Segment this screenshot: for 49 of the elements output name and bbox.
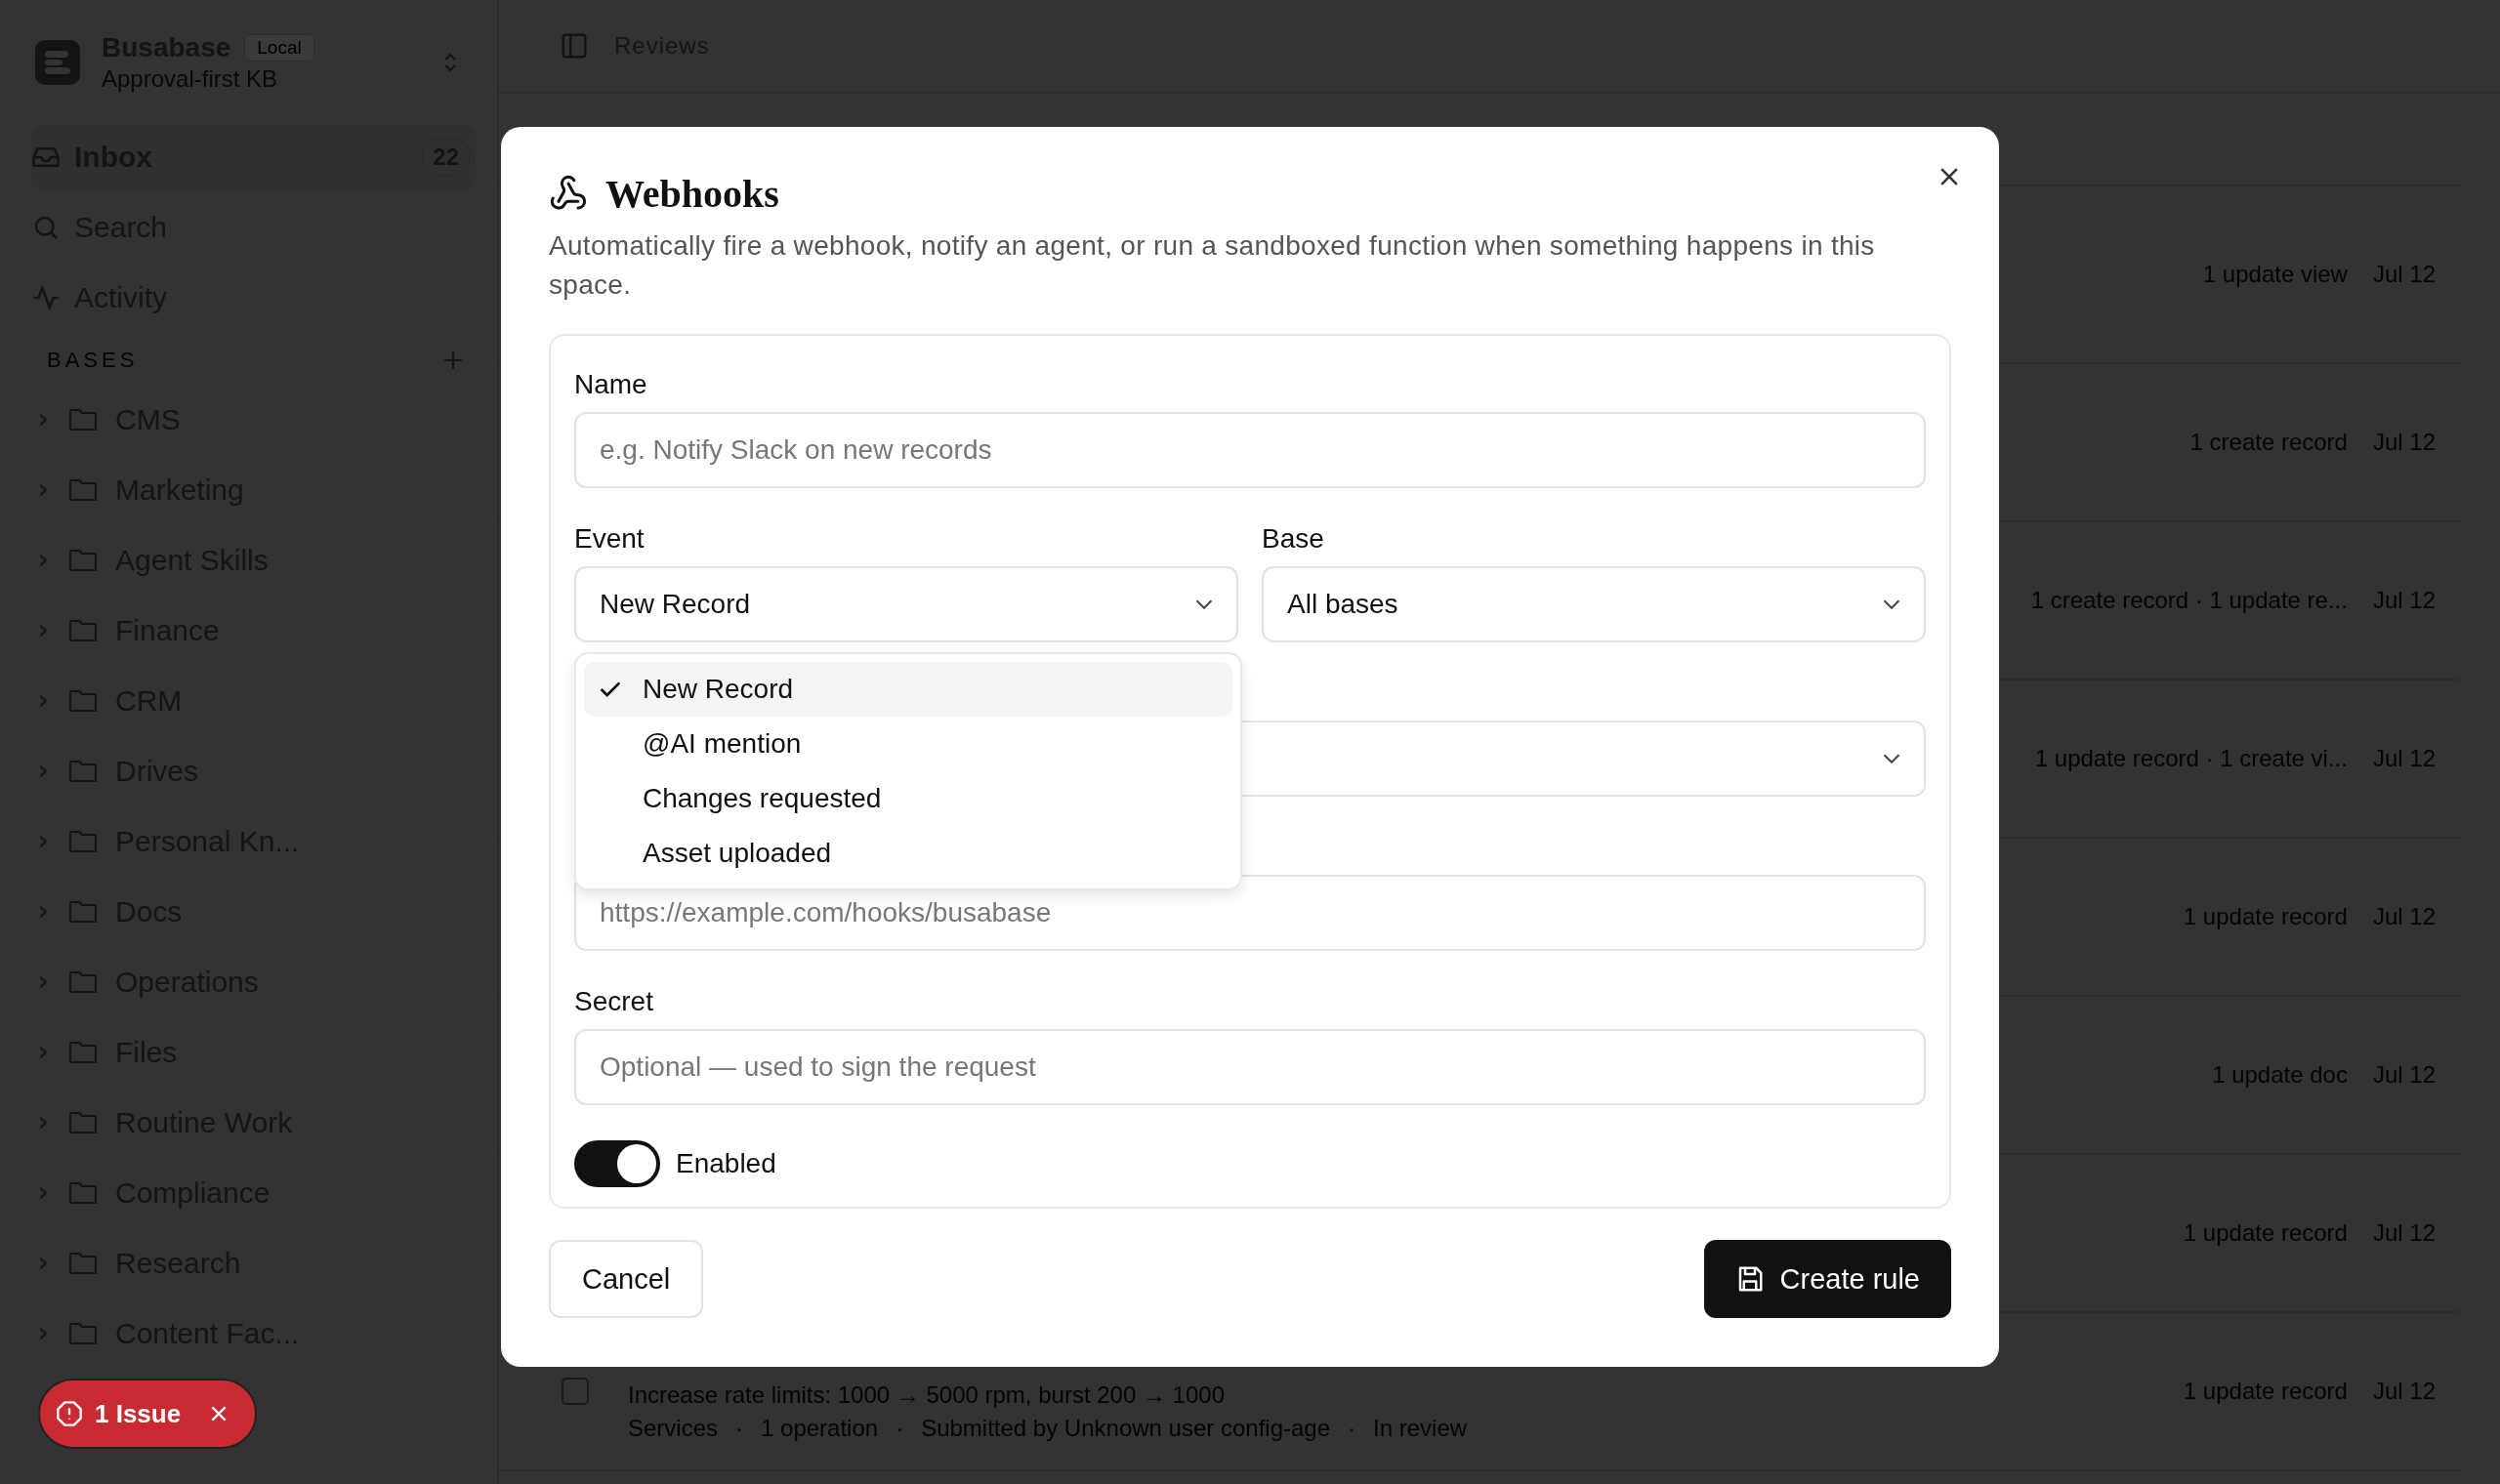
text-field[interactable]: Optional — used to sign the request <box>574 1029 1926 1105</box>
chevron-down-icon <box>1883 599 1900 609</box>
folder-icon <box>68 1321 98 1346</box>
folder-icon <box>68 1251 98 1276</box>
select-field[interactable]: All bases <box>1262 566 1926 642</box>
dialog-title: Webhooks <box>605 170 779 217</box>
field-label: Event <box>574 523 645 554</box>
toggle-label: Enabled <box>676 1148 776 1179</box>
folder-icon <box>68 618 98 643</box>
separator-dot: · <box>735 1415 744 1442</box>
alert-icon <box>56 1400 83 1427</box>
chevron-up-down-icon[interactable] <box>442 51 458 74</box>
pulse-icon <box>31 283 61 312</box>
folder-icon <box>68 829 98 854</box>
sidebar-toggle-icon[interactable] <box>560 31 589 61</box>
folder-icon <box>68 477 98 503</box>
folder-icon <box>68 899 98 925</box>
webhook-icon <box>549 174 588 213</box>
separator-dot: · <box>896 1415 904 1442</box>
folder-icon <box>68 688 98 714</box>
field-label: Secret <box>574 986 653 1016</box>
menu-option[interactable]: Changes requested <box>584 771 1232 826</box>
create-button[interactable]: Create rule <box>1703 1240 1951 1318</box>
separator-dot: · <box>1348 1415 1356 1442</box>
folder-icon <box>68 407 98 433</box>
field-label: Base <box>1262 523 1324 554</box>
folder-icon <box>68 759 98 784</box>
issue-toast[interactable]: 1 Issue <box>38 1379 258 1449</box>
folder-icon <box>68 1040 98 1065</box>
select-field[interactable]: New Record <box>574 566 1238 642</box>
chevron-down-icon <box>1883 754 1900 763</box>
plus-icon[interactable] <box>442 350 464 371</box>
folder-icon <box>68 1110 98 1135</box>
workspace-badge: Local <box>244 34 314 62</box>
row-checkbox[interactable] <box>562 1378 589 1405</box>
field-label: Name <box>574 369 647 399</box>
dialog-description: Automatically fire a webhook, notify an agent, or run a sandboxed function when something happens in this space. <box>549 229 1876 302</box>
chevron-down-icon <box>1195 599 1213 609</box>
folder-icon <box>68 1180 98 1206</box>
check-icon <box>600 681 621 697</box>
menu-option[interactable]: New Record <box>584 662 1232 717</box>
folder-icon <box>68 548 98 573</box>
text-field[interactable]: e.g. Notify Slack on new records <box>574 412 1926 488</box>
app-logo-icon <box>35 40 80 85</box>
menu-option[interactable]: @AI mention <box>584 717 1232 771</box>
cancel-button[interactable]: Cancel <box>549 1240 704 1318</box>
text-field[interactable]: https://example.com/hooks/busabase <box>574 875 1926 951</box>
toggle-switch[interactable] <box>574 1140 660 1187</box>
folder-icon <box>68 969 98 995</box>
